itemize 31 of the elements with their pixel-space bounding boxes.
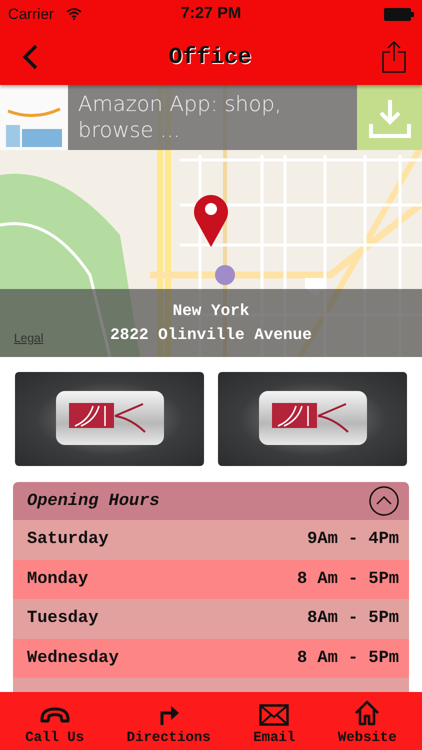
share-button[interactable] [382, 40, 406, 72]
day-label: Wednesday [27, 648, 119, 668]
ad-logo-drawing [0, 85, 68, 150]
back-button[interactable] [22, 44, 38, 70]
hours-label: 9Am - 4Pm [307, 530, 399, 550]
hours-title: Opening Hours [27, 492, 160, 510]
map-pin-icon[interactable] [192, 192, 230, 248]
day-label: Tuesday [27, 609, 98, 628]
logo-card[interactable] [218, 372, 407, 466]
hours-label: 8 Am - 5Pm [296, 648, 399, 668]
tab-button[interactable]: Call Us [25, 692, 84, 750]
home-icon [354, 700, 380, 726]
chevron-up-icon[interactable] [369, 486, 399, 516]
clock-time: 7:27 PM [180, 5, 242, 23]
day-label: Monday [27, 570, 88, 589]
logo-card[interactable] [15, 372, 204, 466]
envelope-icon [259, 704, 290, 726]
battery-icon [384, 8, 414, 20]
day-label: Saturday [27, 530, 109, 550]
hours-header[interactable]: Opening Hours [13, 482, 409, 520]
hours-label: 8 Am - 5Pm [296, 570, 399, 589]
wifi-icon [66, 8, 82, 20]
tab-button[interactable]: Email [253, 692, 296, 750]
carrier-label: Carrier [8, 6, 54, 22]
city-label: New York [172, 302, 250, 320]
hours-label: 8Am - 5Pm [307, 609, 399, 628]
address-label: 2822 Olinville Avenue [110, 326, 312, 344]
page-title: Office [168, 44, 252, 70]
tab-button[interactable]: Website [338, 692, 397, 750]
tab-button[interactable]: Directions [126, 692, 211, 750]
legal-link[interactable]: Legal [14, 331, 44, 345]
